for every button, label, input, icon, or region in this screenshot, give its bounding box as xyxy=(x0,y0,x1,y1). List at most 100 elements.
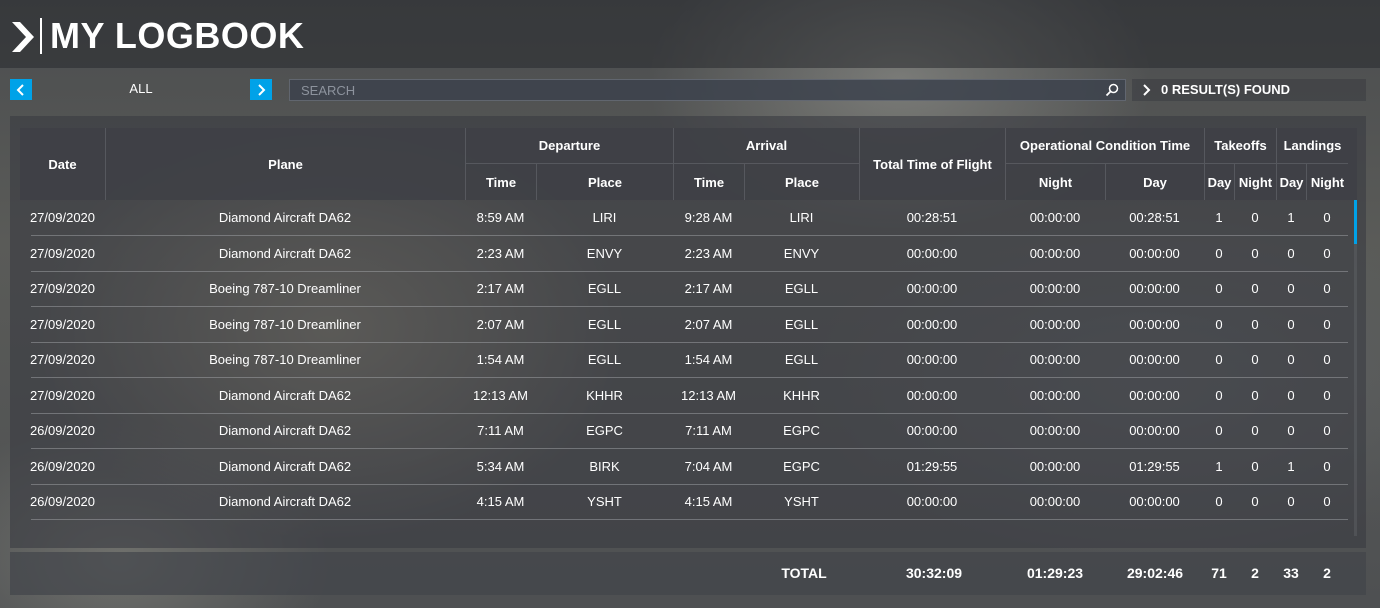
cell-landings-night: 0 xyxy=(1323,423,1331,438)
cell-takeoffs-night: 0 xyxy=(1251,423,1259,438)
column-header-total-time[interactable]: Total Time of Flight xyxy=(859,128,1005,200)
table-body: 27/09/2020 Diamond Aircraft DA62 8:59 AM LI… xyxy=(10,200,1350,538)
cell-takeoffs-day: 0 xyxy=(1215,423,1223,438)
cell-arrival-place: EGLL xyxy=(784,352,819,367)
cell-landings-night: 0 xyxy=(1323,459,1331,474)
cell-departure-time: 5:34 AM xyxy=(476,459,525,474)
cell-takeoffs-day: 0 xyxy=(1215,388,1223,403)
table-row[interactable]: 27/09/2020 Boeing 787-10 Dreamliner 2:07 A… xyxy=(30,307,1348,343)
logbook-table: Date Plane Departure Time Place Arrival … xyxy=(10,116,1366,548)
cell-landings-night: 0 xyxy=(1323,317,1331,332)
search-icon[interactable] xyxy=(1105,83,1119,97)
cell-operational-night: 00:00:00 xyxy=(1029,281,1081,296)
column-header-date[interactable]: Date xyxy=(20,128,105,200)
scrollbar-thumb[interactable] xyxy=(1354,200,1357,244)
cell-date: 27/09/2020 xyxy=(29,281,96,296)
cell-landings-day: 0 xyxy=(1287,388,1295,403)
cell-takeoffs-day: 0 xyxy=(1215,317,1223,332)
column-header-landings-night[interactable]: Night xyxy=(1306,164,1348,200)
cell-operational-day: 00:00:00 xyxy=(1129,246,1180,261)
page-header: MY LOGBOOK xyxy=(0,0,1380,68)
cell-operational-night: 00:00:00 xyxy=(1029,246,1081,261)
column-header-arrival-time[interactable]: Time xyxy=(673,164,744,200)
search-input[interactable] xyxy=(290,80,1090,100)
cell-plane: Boeing 787-10 Dreamliner xyxy=(209,281,361,296)
cell-takeoffs-night: 0 xyxy=(1251,317,1259,332)
cell-takeoffs-night: 0 xyxy=(1251,210,1259,225)
totals-takeoffs-night: 2 xyxy=(1251,565,1259,581)
table-scrollbar[interactable] xyxy=(1354,200,1357,536)
table-row[interactable]: 27/09/2020 Boeing 787-10 Dreamliner 1:54 A… xyxy=(30,342,1348,378)
totals-operational-day: 29:02:46 xyxy=(1126,565,1184,581)
cell-landings-day: 1 xyxy=(1287,210,1295,225)
previous-filter-button[interactable] xyxy=(10,79,32,100)
cell-total-time: 00:00:00 xyxy=(906,494,958,509)
cell-arrival-time: 2:17 AM xyxy=(684,281,733,296)
cell-takeoffs-night: 0 xyxy=(1251,459,1259,474)
cell-arrival-time: 9:28 AM xyxy=(684,210,733,225)
cell-operational-night: 00:00:00 xyxy=(1029,423,1081,438)
cell-total-time: 00:00:00 xyxy=(906,246,958,261)
column-header-arrival-place[interactable]: Place xyxy=(744,164,859,200)
totals-label: TOTAL xyxy=(781,565,827,581)
table-row[interactable]: 26/09/2020 Diamond Aircraft DA62 7:11 AM EG… xyxy=(30,413,1348,449)
totals-takeoffs-day: 71 xyxy=(1211,565,1227,581)
cell-operational-night: 00:00:00 xyxy=(1029,352,1081,367)
cell-arrival-place: KHHR xyxy=(783,388,820,403)
cell-operational-day: 00:28:51 xyxy=(1129,210,1180,225)
cell-arrival-place: EGLL xyxy=(784,317,819,332)
cell-total-time: 00:00:00 xyxy=(906,317,958,332)
cell-arrival-time: 2:23 AM xyxy=(684,246,733,261)
cell-landings-day: 1 xyxy=(1287,459,1295,474)
column-header-departure-time[interactable]: Time xyxy=(465,164,536,200)
chevron-right-icon xyxy=(258,83,266,96)
table-row[interactable]: 27/09/2020 Diamond Aircraft DA62 12:13 AM K… xyxy=(30,378,1348,414)
cell-operational-day: 00:00:00 xyxy=(1129,317,1180,332)
cell-landings-night: 0 xyxy=(1323,352,1331,367)
cell-landings-day: 0 xyxy=(1287,423,1295,438)
cell-departure-place: BIRK xyxy=(589,459,620,474)
column-header-takeoffs-night[interactable]: Night xyxy=(1234,164,1276,200)
cell-landings-day: 0 xyxy=(1287,281,1295,296)
column-header-departure-place[interactable]: Place xyxy=(536,164,673,200)
cell-operational-night: 00:00:00 xyxy=(1029,210,1081,225)
table-row[interactable]: 27/09/2020 Boeing 787-10 Dreamliner 2:17 A… xyxy=(30,271,1348,307)
cell-takeoffs-day: 1 xyxy=(1215,210,1223,225)
table-row[interactable]: 27/09/2020 Diamond Aircraft DA62 2:23 AM EN… xyxy=(30,236,1348,272)
cell-arrival-place: EGPC xyxy=(783,423,820,438)
cell-operational-day: 01:29:55 xyxy=(1129,459,1180,474)
column-group-takeoffs: Takeoffs xyxy=(1204,128,1276,164)
cell-landings-night: 0 xyxy=(1323,210,1331,225)
cell-total-time: 00:00:00 xyxy=(906,352,958,367)
cell-total-time: 00:00:00 xyxy=(906,281,958,296)
cell-date: 26/09/2020 xyxy=(29,459,96,474)
cell-landings-day: 0 xyxy=(1287,246,1295,261)
table-row[interactable]: 27/09/2020 Diamond Aircraft DA62 8:59 AM LI… xyxy=(30,200,1348,236)
table-row[interactable]: 26/09/2020 Diamond Aircraft DA62 5:34 AM BI… xyxy=(30,449,1348,485)
cell-operational-day: 00:00:00 xyxy=(1129,388,1180,403)
column-group-landings: Landings xyxy=(1276,128,1348,164)
cell-arrival-place: LIRI xyxy=(789,210,814,225)
cell-operational-day: 00:00:00 xyxy=(1129,423,1180,438)
column-header-operational-night[interactable]: Night xyxy=(1005,164,1105,200)
cell-date: 27/09/2020 xyxy=(29,317,96,332)
column-header-plane[interactable]: Plane xyxy=(105,128,465,200)
cell-plane: Diamond Aircraft DA62 xyxy=(218,459,352,474)
cell-departure-time: 2:23 AM xyxy=(476,246,525,261)
totals-landings-night: 2 xyxy=(1323,565,1331,581)
table-row[interactable]: 26/09/2020 Diamond Aircraft DA62 4:15 AM YS… xyxy=(30,484,1348,520)
cell-total-time: 00:00:00 xyxy=(906,423,958,438)
table-header: Date Plane Departure Time Place Arrival … xyxy=(20,128,1357,200)
column-header-takeoffs-day[interactable]: Day xyxy=(1204,164,1234,200)
cell-plane: Diamond Aircraft DA62 xyxy=(218,388,352,403)
totals-bar: TOTAL 30:32:09 01:29:23 29:02:46 71 2 33… xyxy=(10,552,1366,595)
column-header-landings-day[interactable]: Day xyxy=(1276,164,1306,200)
cell-landings-night: 0 xyxy=(1323,246,1331,261)
cell-total-time: 00:28:51 xyxy=(906,210,958,225)
column-header-operational-day[interactable]: Day xyxy=(1105,164,1204,200)
results-indicator: 0 RESULT(S) FOUND xyxy=(1132,79,1366,101)
next-filter-button[interactable] xyxy=(250,79,272,100)
cell-arrival-time: 2:07 AM xyxy=(684,317,733,332)
cell-operational-day: 00:00:00 xyxy=(1129,494,1180,509)
cell-date: 27/09/2020 xyxy=(29,388,96,403)
